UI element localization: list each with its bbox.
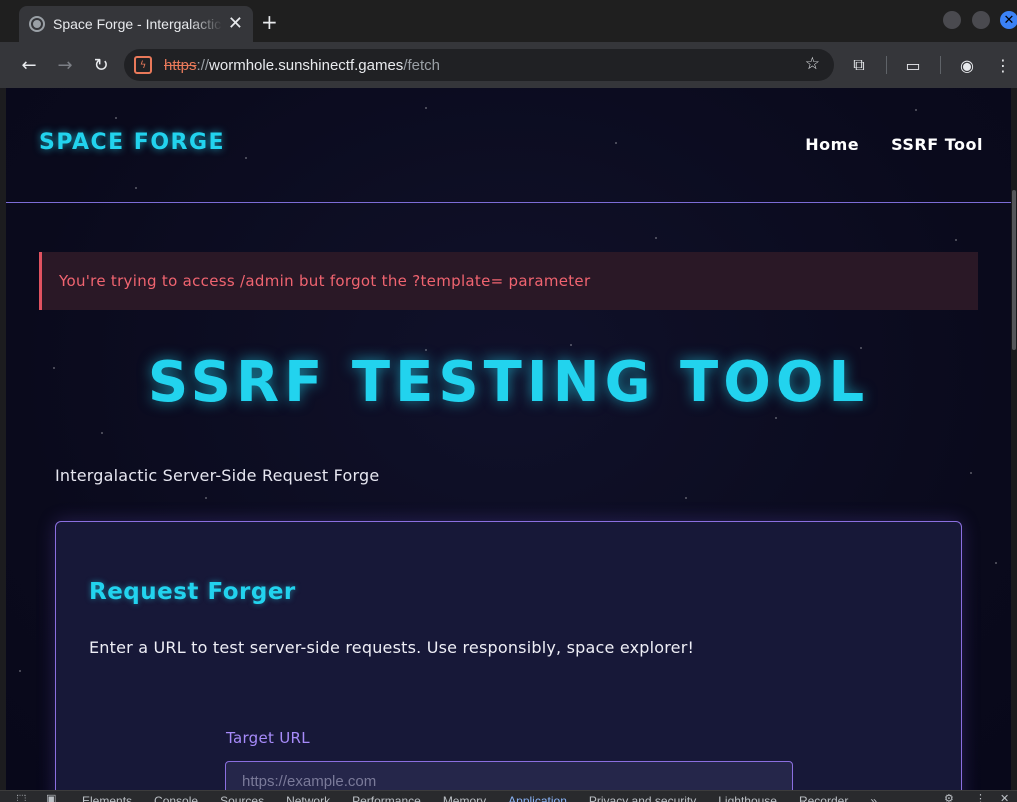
request-forger-card: Request Forger Enter a URL to test serve…	[55, 521, 962, 790]
devtools-more-tabs-icon[interactable]: »	[870, 794, 877, 802]
devtools-panel: ⬚ ▣ Elements Console Sources Network Per…	[0, 790, 1017, 802]
card-title: Request Forger	[89, 579, 296, 605]
page-viewport: SPACE FORGE Home SSRF Tool You're trying…	[6, 88, 1011, 790]
page-subtitle: Intergalactic Server-Side Request Forge	[55, 466, 380, 485]
back-icon[interactable]: ←	[18, 54, 40, 76]
alert-message: You're trying to access /admin but forgo…	[59, 272, 591, 290]
site-header: SPACE FORGE Home SSRF Tool	[6, 88, 1011, 203]
new-tab-button[interactable]: +	[261, 10, 278, 34]
devtools-tab-elements[interactable]: Elements	[82, 794, 132, 802]
minimize-button[interactable]	[943, 11, 961, 29]
maximize-button[interactable]	[972, 11, 990, 29]
tab-title: Space Forge - Intergalactic	[53, 16, 222, 32]
reload-icon[interactable]: ↻	[90, 54, 112, 76]
devtools-menu-icon[interactable]: ⋮	[975, 792, 986, 802]
devtools-tab-performance[interactable]: Performance	[352, 794, 421, 802]
bookmark-star-icon[interactable]: ☆	[805, 54, 820, 74]
browser-tab[interactable]: Space Forge - Intergalactic ✕	[19, 6, 253, 42]
kebab-menu-icon[interactable]: ⋮	[992, 54, 1014, 76]
profile-icon[interactable]: ◉	[956, 54, 978, 76]
cast-search-icon[interactable]: ▭	[902, 54, 924, 76]
card-description: Enter a URL to test server-side requests…	[89, 638, 695, 657]
devtools-tab-sources[interactable]: Sources	[220, 794, 264, 802]
devtools-tab-lighthouse[interactable]: Lighthouse	[718, 794, 777, 802]
inspect-icon[interactable]: ⬚	[16, 792, 26, 802]
site-nav: Home SSRF Tool	[805, 135, 983, 154]
device-toolbar-icon[interactable]: ▣	[46, 792, 56, 802]
devtools-tab-recorder[interactable]: Recorder	[799, 794, 848, 802]
url-text: https://wormhole.sunshinectf.games/fetch	[164, 56, 440, 74]
target-url-input[interactable]	[225, 761, 793, 790]
extensions-icon[interactable]: ⧉	[848, 54, 870, 76]
devtools-tab-network[interactable]: Network	[286, 794, 330, 802]
site-logo[interactable]: SPACE FORGE	[39, 130, 225, 155]
devtools-tab-application[interactable]: Application	[508, 794, 567, 802]
settings-gear-icon[interactable]: ⚙	[944, 792, 954, 802]
devtools-tab-privacy[interactable]: Privacy and security	[589, 794, 696, 802]
tab-close-icon[interactable]: ✕	[228, 15, 243, 33]
page-title: SSRF TESTING TOOL	[147, 350, 870, 415]
window-close-button[interactable]: ✕	[1000, 11, 1017, 29]
address-bar[interactable]: ϟ https://wormhole.sunshinectf.games/fet…	[124, 49, 834, 81]
browser-tab-bar: Space Forge - Intergalactic ✕ + ✕	[0, 0, 1017, 42]
target-url-label: Target URL	[226, 729, 310, 747]
not-secure-icon[interactable]: ϟ	[134, 56, 152, 74]
devtools-tabs: Elements Console Sources Network Perform…	[82, 794, 877, 802]
nav-home-link[interactable]: Home	[805, 135, 859, 154]
scrollbar-thumb[interactable]	[1012, 190, 1016, 350]
forward-icon[interactable]: →	[54, 54, 76, 76]
error-alert: You're trying to access /admin but forgo…	[39, 252, 978, 310]
toolbar-divider	[886, 56, 887, 74]
toolbar-divider	[940, 56, 941, 74]
devtools-close-icon[interactable]: ✕	[1000, 792, 1009, 802]
nav-ssrf-tool-link[interactable]: SSRF Tool	[891, 135, 983, 154]
devtools-tab-memory[interactable]: Memory	[443, 794, 486, 802]
globe-icon	[29, 16, 45, 32]
devtools-tab-console[interactable]: Console	[154, 794, 198, 802]
browser-toolbar: ← → ↻ ϟ https://wormhole.sunshinectf.gam…	[0, 42, 1017, 88]
